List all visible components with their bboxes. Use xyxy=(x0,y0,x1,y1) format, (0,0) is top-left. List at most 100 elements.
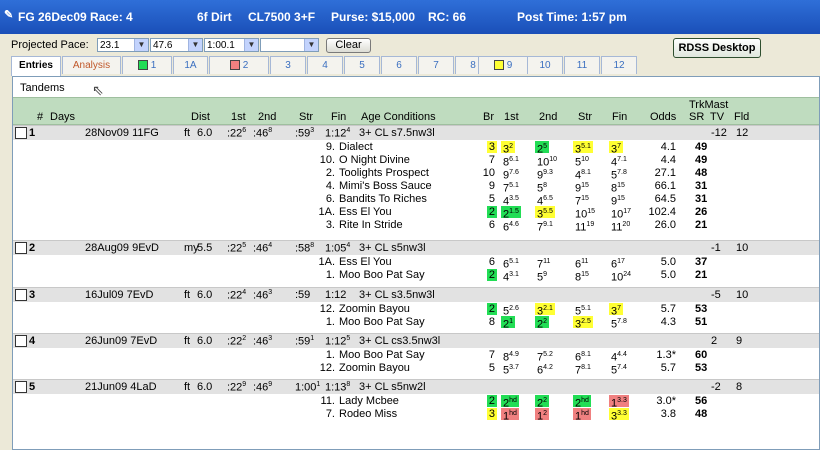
race-surface: ft xyxy=(184,127,191,139)
race-first-call: :222 xyxy=(227,335,247,348)
horse-first-call: 2hd xyxy=(501,395,519,410)
horse-odds: 3.8 xyxy=(660,408,676,420)
race-header-row: 5 21Jun09 4LaD ft 6.0:229:469 1:001 1:138 3+ C… xyxy=(13,379,819,394)
race-tv: -12 xyxy=(711,127,727,139)
horse-name: Bandits To Riches xyxy=(339,193,427,205)
tab-12[interactable]: 12 xyxy=(601,56,637,74)
race-first-call: :225 xyxy=(227,242,247,255)
horse-odds: 3.0* xyxy=(656,395,676,407)
horse-odds: 5.0 xyxy=(660,256,676,268)
horse-break: 2 xyxy=(486,303,497,315)
tab-3[interactable]: 3 xyxy=(270,56,306,74)
horse-row: 1. Moo Boo Pat Say 2 43.1 59 815 1024 5.0 21 xyxy=(13,269,819,284)
col-horse-second: 2nd xyxy=(539,111,558,123)
horse-odds: 5.7 xyxy=(660,303,676,315)
horse-second-call: 32.1 xyxy=(535,303,555,318)
race-checkbox[interactable] xyxy=(15,242,27,254)
horse-odds: 4.3 xyxy=(660,316,676,328)
horse-speed-rating: 49 xyxy=(695,141,708,153)
horse-name: Zoomin Bayou xyxy=(339,362,410,374)
tab-6[interactable]: 6 xyxy=(381,56,417,74)
race-number: 2 xyxy=(29,242,36,254)
race-checkbox[interactable] xyxy=(15,127,27,139)
race-checkbox[interactable] xyxy=(15,381,27,393)
left-gutter xyxy=(0,34,11,450)
horse-second-call: 75.2 xyxy=(537,351,553,364)
horse-row: 10. O Night Divine 7 86.1 1010 510 47.1 4.4 49 xyxy=(13,154,819,169)
horse-row: 7. Rodeo Miss 3 1hd 12 1hd 33.3 3.8 48 xyxy=(13,408,819,423)
tab-2[interactable]: 2 xyxy=(209,56,269,74)
horse-second-call: 1010 xyxy=(537,156,558,169)
horse-finish: 37 xyxy=(609,141,624,156)
horse-post: 1A. xyxy=(318,206,335,218)
pace-final-select[interactable]: 1:00.1 ▼ xyxy=(204,38,259,52)
race-second-call: :469 xyxy=(253,381,273,394)
pace-second-call-select[interactable]: 47.6 ▼ xyxy=(150,38,203,52)
horse-second-call: 59 xyxy=(537,271,548,284)
horse-break: 10 xyxy=(482,167,495,179)
horse-break: 2 xyxy=(486,395,497,407)
horse-row: 1A. Ess El You 6 65.1 711 611 617 5.0 37 xyxy=(13,256,819,271)
horse-stretch: 78.1 xyxy=(575,364,591,377)
horse-name: Ess El You xyxy=(339,206,392,218)
race-rc: RC: 66 xyxy=(428,10,467,24)
race-number: 4 xyxy=(29,335,36,347)
tab-1a[interactable]: 1A xyxy=(173,56,208,74)
race-date-track: 16Jul09 7EvD xyxy=(85,289,154,301)
race-conditions: 3+ CL s3.5nw3l xyxy=(359,289,435,301)
col-horse-stretch: Str xyxy=(578,111,593,123)
race-distance: 6.0 xyxy=(197,335,213,347)
chevron-down-icon: ▼ xyxy=(134,39,148,51)
race-checkbox[interactable] xyxy=(15,335,27,347)
tab-label: 1 xyxy=(150,60,157,71)
horse-post: 9. xyxy=(325,141,335,153)
tab-4[interactable]: 4 xyxy=(307,56,343,74)
tab-strip: Entries Analysis 1 1A 2 3 4 5 6 7 8 9 10… xyxy=(11,56,820,76)
col-fld: Fld xyxy=(734,111,750,123)
col-trkmast: TrkMast xyxy=(689,99,729,111)
horse-stretch: 915 xyxy=(575,182,589,195)
chevron-down-icon: ▼ xyxy=(188,39,202,51)
col-horse-first: 1st xyxy=(504,111,519,123)
tab-analysis[interactable]: Analysis xyxy=(62,56,121,74)
race-field-size: 8 xyxy=(736,381,743,393)
horse-first-call: 97.6 xyxy=(503,169,519,182)
pace-extra-select[interactable]: ▼ xyxy=(260,38,319,52)
horse-finish: 57.8 xyxy=(611,169,627,182)
tandems-panel: Tandems ⇖ # Days Dist 1st 2nd Str Fin Ag… xyxy=(12,76,820,450)
horse-break: 7 xyxy=(488,154,495,166)
tab-entries[interactable]: Entries xyxy=(11,56,61,76)
tab-9[interactable]: 9 xyxy=(478,56,528,74)
pace-first-call-select[interactable]: 23.1 ▼ xyxy=(97,38,149,52)
tab-11[interactable]: 11 xyxy=(564,56,600,74)
tab-7[interactable]: 7 xyxy=(418,56,454,74)
horse-odds: 5.7 xyxy=(660,362,676,374)
rdss-desktop-button[interactable]: RDSS Desktop xyxy=(673,38,761,58)
horse-post: 1. xyxy=(325,316,335,328)
horse-finish: 1120 xyxy=(611,221,631,234)
horse-first-call: 43.5 xyxy=(503,195,519,208)
tab-1[interactable]: 1 xyxy=(122,56,172,74)
horse-row: 12. Zoomin Bayou 5 53.7 64.2 78.1 57.4 5.7 53 xyxy=(13,362,819,377)
clear-button[interactable]: Clear xyxy=(326,38,371,53)
horse-stretch: 611 xyxy=(575,258,589,271)
tab-10[interactable]: 10 xyxy=(527,56,563,74)
horse-stretch: 1015 xyxy=(575,208,596,221)
col-num: # xyxy=(37,111,44,123)
race-distance: 6.0 xyxy=(197,127,213,139)
tab-5[interactable]: 5 xyxy=(344,56,380,74)
race-stretch: :588 xyxy=(295,242,315,255)
horse-speed-rating: 49 xyxy=(695,154,708,166)
horse-speed-rating: 51 xyxy=(695,316,708,328)
race-checkbox[interactable] xyxy=(15,289,27,301)
race-final: 1:054 xyxy=(325,242,351,255)
horse-speed-rating: 56 xyxy=(695,395,708,407)
race-second-call: :464 xyxy=(253,242,273,255)
horse-speed-rating: 48 xyxy=(695,408,708,420)
horse-first-call: 64.6 xyxy=(503,221,519,234)
horse-row: 11. Lady Mcbee 2 2hd 22 2hd 13.3 3.0* 56 xyxy=(13,395,819,410)
race-second-call: :463 xyxy=(253,335,273,348)
horse-row: 3. Rite In Stride 6 64.6 79.1 1119 1120 26.0 21 xyxy=(13,219,819,234)
race-conditions: 3+ CL s5nw3l xyxy=(359,242,426,254)
horse-first-call: 43.1 xyxy=(503,271,519,284)
